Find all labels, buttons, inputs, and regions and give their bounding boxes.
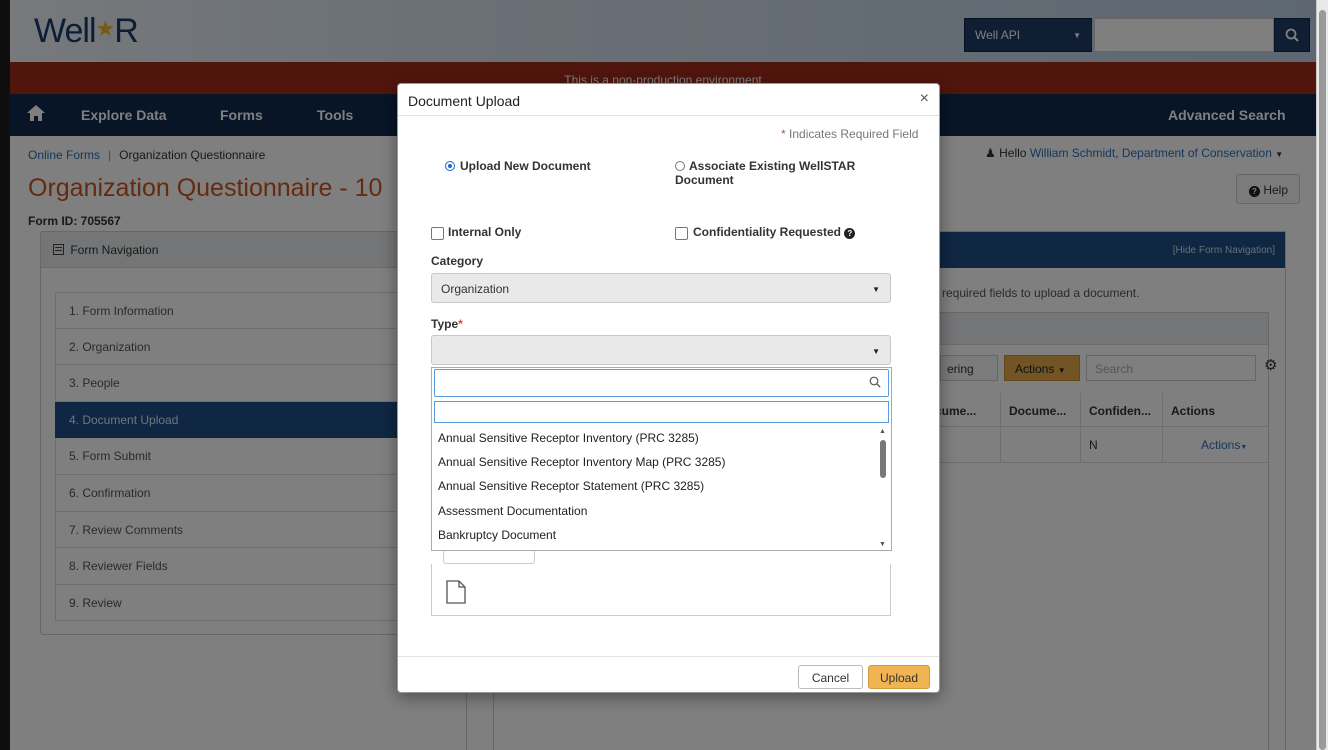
required-field-note: * Indicates Required Field <box>781 127 919 141</box>
type-option[interactable]: Assessment Documentation <box>438 504 587 518</box>
associate-existing-label[interactable]: Associate Existing WellSTAR Document <box>675 159 885 187</box>
internal-only-label[interactable]: Internal Only <box>448 225 521 239</box>
type-search-input[interactable] <box>434 369 889 397</box>
type-label: Type* <box>431 317 463 331</box>
type-option[interactable]: Annual Sensitive Receptor Statement (PRC… <box>438 479 704 493</box>
upload-new-label[interactable]: Upload New Document <box>460 159 591 173</box>
browse-button[interactable] <box>443 550 535 564</box>
close-icon[interactable]: × <box>920 90 929 108</box>
file-drop-area[interactable] <box>431 564 891 616</box>
chevron-down-icon: ▼ <box>872 347 880 356</box>
type-label-text: Type <box>431 317 459 331</box>
category-select[interactable]: Organization ▼ <box>431 273 891 303</box>
internal-only-checkbox[interactable] <box>431 227 444 240</box>
type-filter-input[interactable] <box>434 401 889 423</box>
type-dropdown: Annual Sensitive Receptor Inventory (PRC… <box>431 367 892 551</box>
type-select[interactable]: ▼ <box>431 335 891 365</box>
type-option[interactable]: Annual Sensitive Receptor Inventory (PRC… <box>438 431 699 445</box>
document-upload-modal: Document Upload × * Indicates Required F… <box>397 83 940 693</box>
document-icon <box>446 580 466 604</box>
dropdown-scroll-thumb[interactable] <box>880 440 886 478</box>
confidentiality-checkbox[interactable] <box>675 227 688 240</box>
page-scrollbar-thumb[interactable] <box>1319 10 1326 750</box>
search-icon <box>869 376 881 388</box>
category-label: Category <box>431 254 484 268</box>
type-option[interactable]: Annual Sensitive Receptor Inventory Map … <box>438 455 725 469</box>
modal-header: Document Upload × <box>398 84 939 116</box>
chevron-down-icon: ▼ <box>872 285 880 294</box>
confidentiality-text: Confidentiality Requested <box>693 225 842 239</box>
confidentiality-label[interactable]: Confidentiality Requested ? <box>693 225 856 239</box>
upload-button[interactable]: Upload <box>868 665 930 689</box>
upload-new-radio[interactable] <box>445 161 455 171</box>
dropdown-scrollbar[interactable]: ▲ ▼ <box>878 428 888 548</box>
category-value: Organization <box>441 282 510 296</box>
question-circle-icon[interactable]: ? <box>844 228 856 239</box>
scroll-down-icon[interactable]: ▼ <box>879 541 886 548</box>
type-option[interactable]: Bankruptcy Document <box>438 528 556 542</box>
modal-title: Document Upload <box>408 93 521 109</box>
modal-footer: Cancel Upload <box>398 656 939 693</box>
cancel-button[interactable]: Cancel <box>798 665 863 689</box>
scroll-up-icon[interactable]: ▲ <box>879 428 886 435</box>
required-note-text: Indicates Required Field <box>789 127 919 141</box>
